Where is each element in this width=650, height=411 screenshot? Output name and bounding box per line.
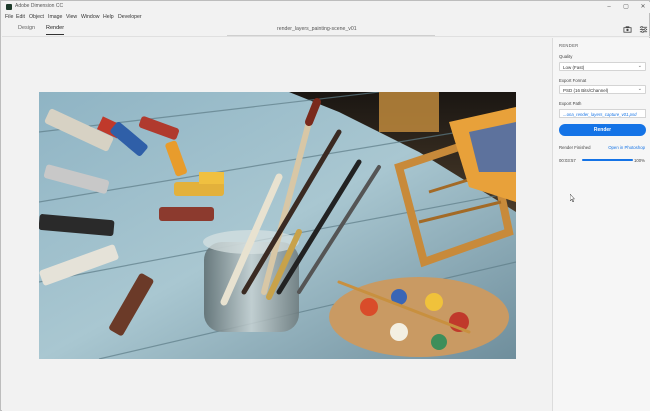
export-path-field[interactable]: ...ona_render_layers_capture_v01.psd	[559, 109, 646, 118]
render-queue-icon[interactable]	[623, 25, 632, 34]
menu-view[interactable]: View	[66, 14, 77, 20]
quality-value: Low (Fast)	[563, 64, 585, 70]
mouse-cursor-icon	[570, 194, 575, 202]
rendered-scene-image	[39, 92, 516, 359]
minimize-icon[interactable]: –	[604, 3, 614, 11]
menu-help[interactable]: Help	[103, 14, 114, 20]
menu-edit[interactable]: Edit	[16, 14, 25, 20]
panel-settings-icon[interactable]	[639, 25, 648, 34]
maximize-icon[interactable]: ▢	[621, 3, 631, 11]
mode-tab-bar: Design Render render_layers_painting-sce…	[2, 23, 650, 37]
export-format-dropdown[interactable]: PSD (16 Bits/Channel) ⌄	[559, 85, 646, 94]
tab-render[interactable]: Render	[46, 25, 65, 35]
export-path-label: Export Path	[559, 101, 582, 106]
render-progress-fill	[582, 159, 633, 161]
close-icon[interactable]: ✕	[638, 3, 648, 11]
open-in-photoshop-link[interactable]: Open in Photoshop	[608, 145, 645, 150]
app-window: Adobe Dimension CC – ▢ ✕ File Edit Objec…	[0, 0, 650, 411]
tab-design[interactable]: Design	[18, 25, 35, 34]
menu-bar: File Edit Object Image View Window Help …	[2, 13, 650, 23]
render-time: 00:03:57	[559, 158, 576, 163]
render-finished-label: Render Finished	[559, 145, 591, 150]
menu-object[interactable]: Object	[29, 14, 44, 20]
render-progress-bar	[582, 159, 633, 161]
quality-label: Quality	[559, 54, 573, 59]
document-title: render_layers_painting-scene_v01	[277, 26, 357, 32]
chevron-down-icon: ⌄	[637, 63, 642, 69]
quality-dropdown[interactable]: Low (Fast) ⌄	[559, 62, 646, 71]
export-format-label: Export Format	[559, 78, 587, 83]
panel-heading: RENDER	[559, 43, 579, 48]
render-panel: RENDER Quality Low (Fast) ⌄ Export Forma…	[552, 38, 650, 411]
menu-file[interactable]: File	[5, 14, 13, 20]
document-title-underline	[227, 35, 435, 36]
render-button[interactable]: Render	[559, 124, 646, 136]
title-bar: Adobe Dimension CC – ▢ ✕	[2, 2, 650, 13]
render-progress-percent: 100%	[634, 158, 645, 163]
chevron-down-icon: ⌄	[637, 86, 642, 92]
menu-image[interactable]: Image	[48, 14, 62, 20]
menu-window[interactable]: Window	[81, 14, 99, 20]
export-path-value: ...ona_render_layers_capture_v01.psd	[563, 111, 637, 117]
export-format-value: PSD (16 Bits/Channel)	[563, 87, 609, 93]
window-title: Adobe Dimension CC	[15, 3, 64, 9]
render-canvas[interactable]	[2, 38, 552, 411]
app-logo-icon	[6, 4, 12, 10]
menu-developer[interactable]: Developer	[118, 14, 142, 20]
